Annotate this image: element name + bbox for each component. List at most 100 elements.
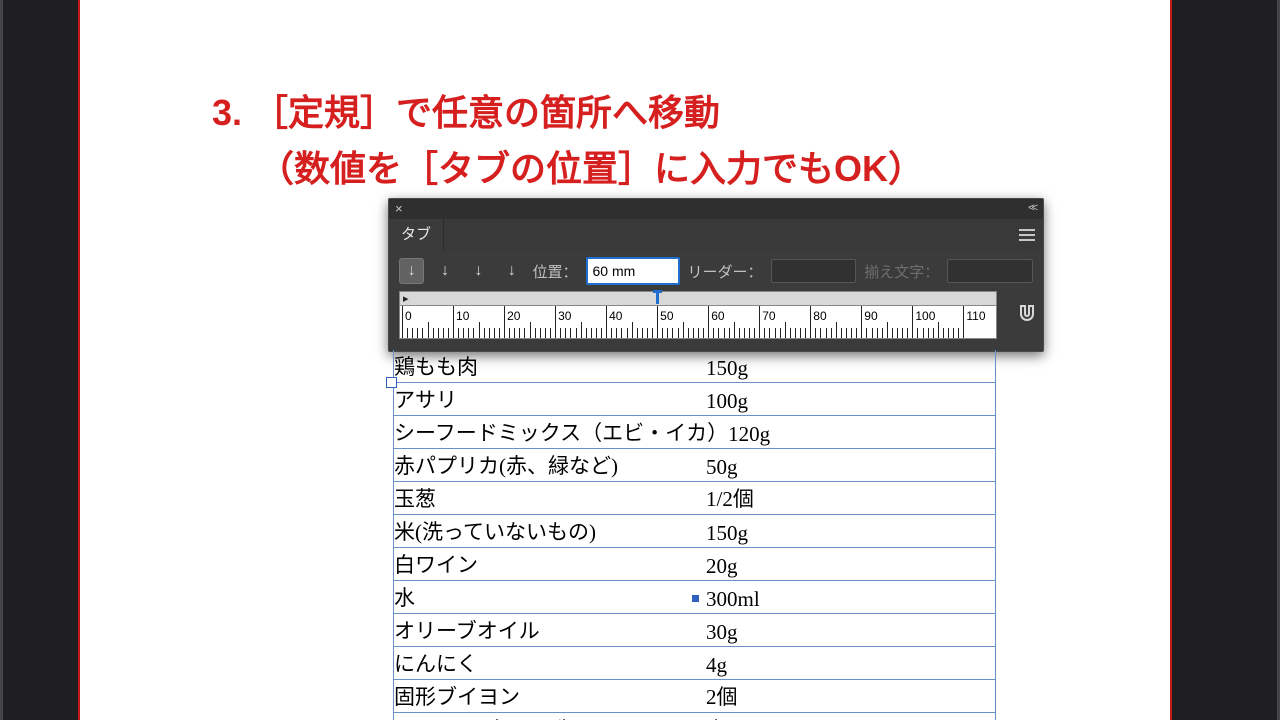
ruler-minor-tick [769,328,770,338]
ingredient-amount: 4g [706,653,995,678]
ruler-minor-tick [433,328,434,338]
ruler-minor-tick [703,328,704,338]
ruler-tick-label: 60 [711,309,724,323]
ruler-minor-tick [953,328,954,338]
ruler-minor-tick [428,322,429,338]
ruler-tick: 0 [402,306,403,338]
ruler-minor-tick [438,328,439,338]
table-row[interactable]: 米(洗っていないもの)150g [394,515,995,548]
ruler-minor-tick [535,328,536,338]
tab-stop-marker[interactable] [653,290,662,303]
leader-input[interactable] [771,259,857,283]
ruler-minor-tick [724,328,725,338]
ruler-minor-tick [790,328,791,338]
ruler-minor-tick [826,328,827,338]
table-row[interactable]: 白ワイン20g [394,548,995,581]
ruler-minor-tick [550,328,551,338]
align-char-input [947,259,1033,283]
ruler-minor-tick [637,328,638,338]
table-row[interactable]: 固形ブイヨン2個 [394,680,995,713]
tabs-panel[interactable]: × << タブ ↓ ↓ ↓ ↓ 位置： リーダー： 揃え文字： [388,198,1044,352]
ruler-minor-tick [815,328,816,338]
tab-align-center-icon[interactable]: ↓ [432,258,457,284]
ruler-minor-tick [499,328,500,338]
ruler-scale[interactable]: 0102030405060708090100110 [399,306,997,339]
ruler-minor-tick [443,328,444,338]
ruler-minor-tick [897,328,898,338]
table-row[interactable]: にんにく4g [394,647,995,680]
close-icon[interactable]: × [395,201,403,217]
tab-align-decimal-icon[interactable]: ↓ [499,258,524,284]
ruler-minor-tick [948,328,949,338]
tab-position-input[interactable] [586,257,680,285]
ingredient-name: 白ワイン [394,549,706,579]
ruler-minor-tick [596,328,597,338]
ruler-tick: 70 [759,306,760,338]
table-row[interactable]: 赤パプリカ(赤、緑など)50g [394,449,995,482]
ruler-minor-tick [846,328,847,338]
ruler-minor-tick [621,328,622,338]
ruler-minor-tick [688,328,689,338]
frame-handle-icon[interactable] [386,377,397,388]
table-row[interactable]: サフラン（あれば）少々 [394,713,995,720]
ruler-tab-strip[interactable]: ▸ [399,291,997,306]
ruler-minor-tick [473,328,474,338]
ruler-minor-tick [463,328,464,338]
tab-tabs[interactable]: タブ [389,219,444,251]
heading-line2: （数値を［タブの位置］に入力でもOK） [212,141,1110,197]
ruler-minor-tick [581,322,582,338]
ingredients-text-frame[interactable]: 鶏もも肉150gアサリ100gシーフードミックス（エビ・イカ）120g赤パプリカ… [393,350,996,720]
ruler-tick: 40 [606,306,607,338]
ingredient-amount: 150g [706,521,995,546]
ruler-minor-tick [775,328,776,338]
ruler-tick-label: 100 [915,309,935,323]
ruler-minor-tick [601,328,602,338]
ruler-minor-tick [734,322,735,338]
snap-magnet-icon[interactable] [1013,299,1041,327]
ruler-minor-tick [866,328,867,338]
panel-titlebar[interactable]: × << [389,199,1043,219]
ruler-minor-tick [718,328,719,338]
ingredient-name: オリーブオイル [394,615,706,645]
ruler-minor-tick [836,322,837,338]
tab-align-right-icon[interactable]: ↓ [466,258,491,284]
table-row[interactable]: 玉葱1/2個 [394,482,995,515]
table-row[interactable]: オリーブオイル30g [394,614,995,647]
ruler-minor-tick [872,328,873,338]
ruler-tick: 10 [453,306,454,338]
ruler-minor-tick [739,328,740,338]
panel-menu-icon[interactable] [1011,219,1043,251]
ruler-tick: 80 [810,306,811,338]
ruler-minor-tick [509,328,510,338]
ruler-minor-tick [468,328,469,338]
ruler-tick: 60 [708,306,709,338]
table-row[interactable]: シーフードミックス（エビ・イカ）120g [394,416,995,449]
table-row[interactable]: 水300ml [394,581,995,614]
ruler-minor-tick [570,328,571,338]
ruler-minor-tick [540,328,541,338]
ruler-minor-tick [647,328,648,338]
collapse-icon[interactable]: << [1028,202,1035,214]
first-indent-icon[interactable]: ▸ [403,292,409,305]
ruler-minor-tick [795,328,796,338]
ruler[interactable]: ▸ 0102030405060708090100110 [389,291,1043,345]
ingredient-name: 米(洗っていないもの) [394,516,706,546]
ruler-minor-tick [892,328,893,338]
ruler-tick-label: 10 [456,309,469,323]
table-row[interactable]: アサリ100g [394,383,995,416]
ruler-minor-tick [407,328,408,338]
ruler-minor-tick [489,328,490,338]
ruler-minor-tick [611,328,612,338]
align-char-label: 揃え文字： [864,261,939,282]
table-row[interactable]: 鶏もも肉150g [394,350,995,383]
ruler-tick-label: 80 [813,309,826,323]
ruler-minor-tick [672,328,673,338]
ingredient-amount: 300ml [706,587,995,612]
ruler-minor-tick [907,328,908,338]
ruler-minor-tick [713,328,714,338]
ruler-tick-label: 90 [864,309,877,323]
ruler-minor-tick [514,328,515,338]
ruler-minor-tick [458,328,459,338]
tab-align-left-icon[interactable]: ↓ [399,258,424,284]
ruler-minor-tick [805,328,806,338]
